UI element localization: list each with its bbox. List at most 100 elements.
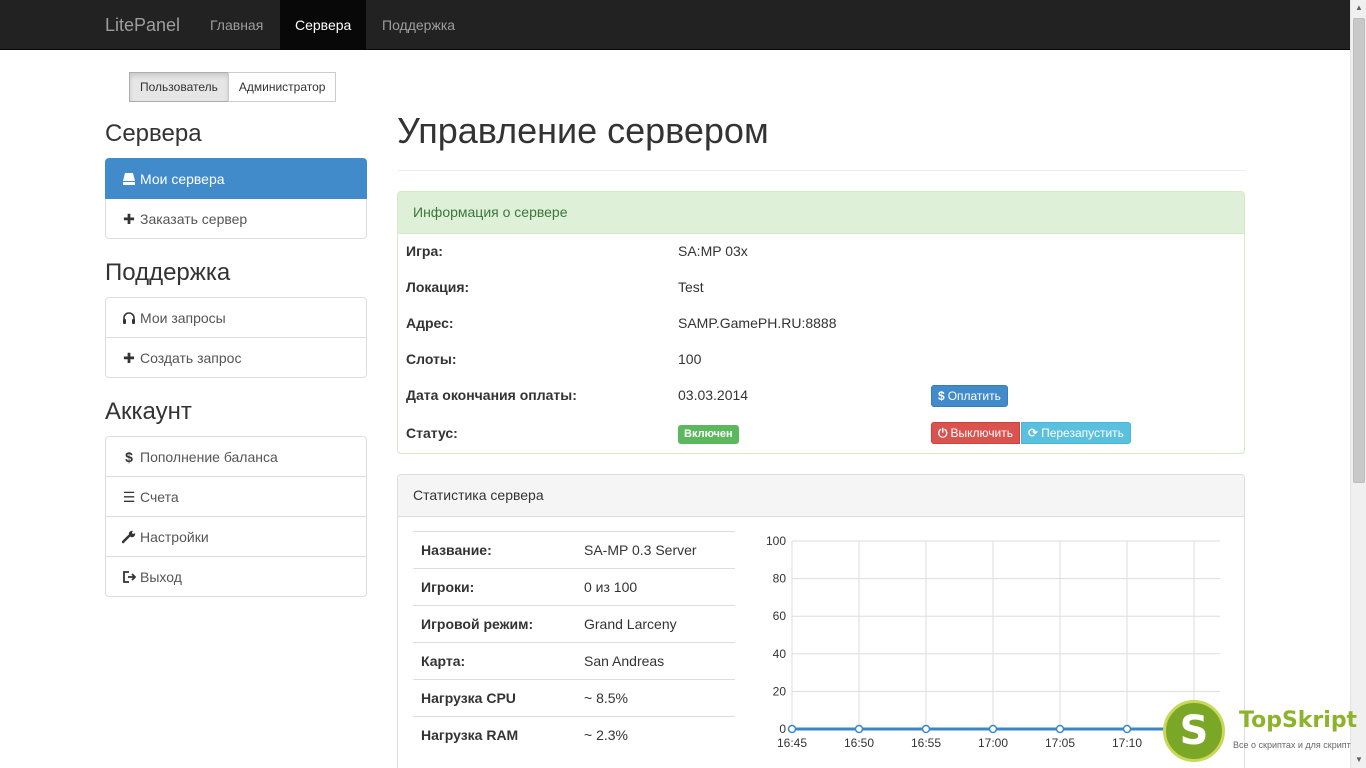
y-tick-label: 0 <box>779 722 786 736</box>
support-menu: Мои запросы ✚ Создать запрос <box>105 297 367 378</box>
sidebar-item-label: Выход <box>140 569 182 585</box>
info-value: SA:MP 03x <box>678 243 748 259</box>
role-toggle: Пользователь Администратор <box>129 72 337 102</box>
account-menu: $ Пополнение баланса ☰ Счета Настройки В… <box>105 436 367 597</box>
server-info-panel: Информация о сервере Игра: SA:MP 03x Лок… <box>397 191 1245 454</box>
info-value: 03.03.2014 <box>678 387 749 403</box>
sidebar-item-label: Создать запрос <box>140 350 242 366</box>
restart-button[interactable]: ⟳ Перезапустить <box>1021 422 1131 444</box>
stats-value: Grand Larceny <box>584 616 677 632</box>
sidebar-item-top-up[interactable]: $ Пополнение баланса <box>105 436 367 477</box>
server-icon <box>121 159 137 199</box>
navbar: LitePanel Главная Сервера Поддержка <box>0 0 1350 50</box>
table-row: Игроки: 0 из 100 <box>413 568 735 605</box>
table-row: Игровой режим: Grand Larceny <box>413 605 735 642</box>
restart-button-label: Перезапустить <box>1041 426 1124 440</box>
stop-button[interactable]: ⏻ Выключить <box>931 422 1020 444</box>
wrench-icon <box>121 517 137 557</box>
watermark: S TopSkript Все о скриптах и для скрипто… <box>1163 700 1363 762</box>
logout-icon <box>121 557 137 597</box>
nav-link-servers[interactable]: Сервера <box>280 0 367 50</box>
stats-value: ~ 2.3% <box>584 727 628 743</box>
support-heading: Поддержка <box>105 259 231 286</box>
info-row-status: Статус: Включен ⏻ Выключить ⟳ Перезапустит… <box>398 415 1244 451</box>
x-tick-label: 16:50 <box>844 736 874 750</box>
y-tick-label: 20 <box>773 684 787 698</box>
sidebar-item-label: Настройки <box>140 529 209 545</box>
info-row-address: Адрес: SAMP.GamePH.RU:8888 <box>398 305 1244 341</box>
table-row: Нагрузка CPU ~ 8.5% <box>413 679 735 716</box>
info-row-slots: Слоты: 100 <box>398 341 1244 377</box>
info-row-location: Локация: Test <box>398 269 1244 305</box>
sidebar-item-my-requests[interactable]: Мои запросы <box>105 297 367 338</box>
stats-label: Нагрузка RAM <box>421 727 519 743</box>
sidebar-item-label: Счета <box>140 489 179 505</box>
admin-mode-button[interactable]: Администратор <box>227 72 337 102</box>
info-label: Статус: <box>406 425 458 441</box>
stats-value: San Andreas <box>584 653 665 669</box>
page-title: Управление сервером <box>397 110 769 151</box>
brand-logo[interactable]: LitePanel <box>105 0 180 50</box>
stop-button-label: Выключить <box>950 426 1013 440</box>
pay-button-label: Оплатить <box>947 389 1001 403</box>
nav-link-home[interactable]: Главная <box>195 0 278 50</box>
x-tick-label: 17:05 <box>1045 736 1075 750</box>
status-badge: Включен <box>678 425 739 444</box>
sidebar-item-invoices[interactable]: ☰ Счета <box>105 476 367 517</box>
info-value: 100 <box>678 351 702 367</box>
pay-button[interactable]: $ Оплатить <box>931 385 1008 407</box>
sidebar-item-settings[interactable]: Настройки <box>105 516 367 557</box>
page-scrollbar[interactable]: ▲ ▼ <box>1350 0 1366 768</box>
refresh-icon: ⟳ <box>1028 426 1039 440</box>
nav-link-support[interactable]: Поддержка <box>367 0 470 50</box>
info-value: SAMP.GamePH.RU:8888 <box>678 315 837 331</box>
x-tick-label: 17:10 <box>1112 736 1142 750</box>
stats-value: ~ 8.5% <box>584 690 628 706</box>
stats-table: Название: SA-MP 0.3 Server Игроки: 0 из … <box>413 531 735 753</box>
y-tick-label: 40 <box>773 647 787 661</box>
stats-label: Название: <box>421 542 492 558</box>
server-info-heading: Информация о сервере <box>398 192 1244 234</box>
info-label: Локация: <box>406 279 470 295</box>
sidebar-item-order-server[interactable]: ✚ Заказать сервер <box>105 198 367 239</box>
plus-icon: ✚ <box>123 211 135 227</box>
load-chart: 0 20 40 60 80 100 16:45 16:50 16:55 17:00 17:05 17:… <box>766 534 1220 750</box>
user-mode-button[interactable]: Пользователь <box>129 72 229 102</box>
data-point <box>787 724 797 734</box>
data-point <box>1055 724 1065 734</box>
info-label: Слоты: <box>406 351 457 367</box>
stats-value: SA-MP 0.3 Server <box>584 542 697 558</box>
x-tick-label: 16:55 <box>911 736 941 750</box>
stats-label: Нагрузка CPU <box>421 690 516 706</box>
power-icon: ⏻ <box>938 426 948 440</box>
sidebar-item-create-request[interactable]: ✚ Создать запрос <box>105 337 367 378</box>
title-divider <box>397 170 1245 171</box>
server-stats-heading: Статистика сервера <box>398 475 1244 517</box>
stats-label: Игровой режим: <box>421 616 534 632</box>
dollar-icon: $ <box>938 389 945 403</box>
watermark-subtitle: Все о скриптах и для скриптов... <box>1233 740 1351 750</box>
y-tick-label: 60 <box>773 609 787 623</box>
dollar-icon: $ <box>125 449 133 465</box>
sidebar-item-label: Заказать сервер <box>140 211 248 227</box>
table-row: Карта: San Andreas <box>413 642 735 679</box>
table-row: Название: SA-MP 0.3 Server <box>413 531 735 568</box>
info-label: Адрес: <box>406 315 454 331</box>
table-row: Нагрузка RAM ~ 2.3% <box>413 716 735 753</box>
info-row-game: Игра: SA:MP 03x <box>398 233 1244 269</box>
data-point <box>988 724 998 734</box>
sidebar-item-logout[interactable]: Выход <box>105 556 367 597</box>
servers-menu: Мои сервера ✚ Заказать сервер <box>105 158 367 239</box>
scroll-up-icon[interactable]: ▲ <box>1351 0 1366 16</box>
sidebar-item-label: Мои запросы <box>140 310 226 326</box>
servers-heading: Сервера <box>105 120 202 147</box>
sidebar-item-my-servers[interactable]: Мои сервера <box>105 158 367 199</box>
plus-icon: ✚ <box>123 350 135 366</box>
headphones-icon <box>121 298 137 338</box>
info-row-paid-until: Дата окончания оплаты: 03.03.2014 $ Оплат… <box>398 377 1244 413</box>
x-tick-label: 17:00 <box>978 736 1008 750</box>
stats-label: Игроки: <box>421 579 475 595</box>
server-stats-panel: Статистика сервера Название: SA-MP 0.3 S… <box>397 474 1245 768</box>
watermark-title: TopSkript <box>1239 708 1358 733</box>
scroll-thumb[interactable] <box>1353 18 1365 483</box>
